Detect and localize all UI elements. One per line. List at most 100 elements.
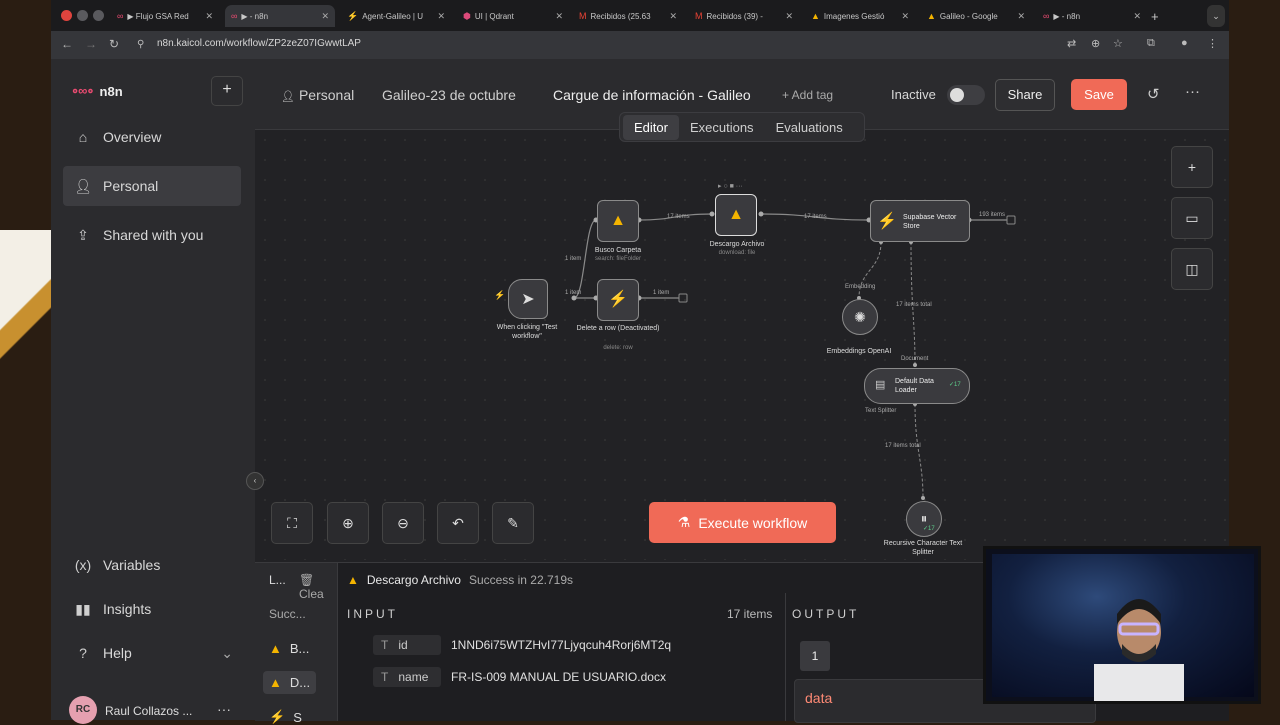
browser-tab[interactable]: ∞ ▶ Flujo GSA Red ✕ <box>111 5 219 27</box>
browser-tab[interactable]: ∞ ▶ - n8n ✕ <box>1037 5 1147 27</box>
panel-toggle-icon[interactable]: ◫ <box>1171 248 1213 290</box>
fit-view-icon[interactable]: ⛶ <box>271 502 313 544</box>
translate-icon[interactable]: ⇄ <box>1067 37 1076 50</box>
clear-button[interactable]: 🗑︎Clea <box>299 573 337 601</box>
close-tab-icon[interactable]: ✕ <box>555 11 563 22</box>
tab-executions[interactable]: Executions <box>679 115 765 140</box>
zoom-in-icon[interactable]: ⊕ <box>327 502 369 544</box>
drive-favicon-icon: ▲ <box>811 11 820 21</box>
add-node-button[interactable]: + <box>1171 146 1213 188</box>
user-menu-icon[interactable]: ··· <box>217 701 231 717</box>
reload-icon[interactable]: ↻ <box>109 37 119 51</box>
zoom-out-icon[interactable]: ⊖ <box>382 502 424 544</box>
close-tab-icon[interactable]: ✕ <box>437 11 445 22</box>
embeddings-openai-node[interactable]: ✺ <box>842 299 878 335</box>
splitter-label: Recursive Character Text Splitter <box>883 540 963 556</box>
browser-tab[interactable]: ▲ Galileo - Google ✕ <box>921 5 1031 27</box>
extensions-icon[interactable]: ⧉ <box>1147 37 1155 50</box>
save-button[interactable]: Save <box>1071 79 1127 110</box>
descargo-archivo-node[interactable]: ▲ <box>715 194 757 236</box>
close-window-dot[interactable] <box>61 10 72 21</box>
descargo-archivo-sub: download: file <box>718 250 756 256</box>
ndv-list-item[interactable]: ▲ D... <box>263 671 317 694</box>
site-info-icon[interactable]: ⚲ <box>137 39 144 50</box>
tab-search-icon[interactable]: ⌄ <box>1207 5 1225 27</box>
new-tab-icon[interactable]: + <box>1151 5 1171 27</box>
browser-tab[interactable]: ∞ ▶ - n8n ✕ <box>225 5 335 27</box>
help-icon: ? <box>79 645 87 661</box>
n8n-favicon-icon: ∞ <box>117 11 124 21</box>
share-button[interactable]: Share <box>995 79 1055 111</box>
activation-toggle[interactable] <box>947 85 985 105</box>
close-tab-icon[interactable]: ✕ <box>901 11 909 22</box>
forward-icon[interactable]: → <box>85 37 97 51</box>
breadcrumb-project[interactable]: Galileo-23 de octubre <box>382 87 516 103</box>
browser-tab[interactable]: ▲ Imagenes Gestió ✕ <box>805 5 915 27</box>
profile-icon[interactable]: ● <box>1181 37 1188 49</box>
trigger-node[interactable]: ➤ <box>508 279 548 319</box>
sidebar-item-label: Personal <box>103 178 159 194</box>
share-icon: ⇪ <box>77 226 89 243</box>
user-name[interactable]: Raul Collazos ... <box>105 704 192 718</box>
browser-tab[interactable]: ⬢ UI | Qdrant ✕ <box>457 5 569 27</box>
sidebar-item-shared[interactable]: ⇪ Shared with you <box>63 215 241 255</box>
output-data-label: data <box>805 690 833 706</box>
sidebar-item-personal[interactable]: 👤︎ Personal <box>63 166 241 206</box>
sidebar-item-label: Insights <box>103 601 152 617</box>
workflow-canvas[interactable]: ➤ ⚡ When clicking "Test workflow" ▲ Busc… <box>246 130 1229 560</box>
loader-count: ✓17 <box>949 382 961 388</box>
browser-tab[interactable]: M Recibidos (25.63 ✕ <box>573 5 683 27</box>
tab-title: Agent-Galileo | U <box>362 11 423 21</box>
ndv-list-item[interactable]: ⚡ S <box>269 709 302 725</box>
create-button[interactable]: + <box>211 76 243 106</box>
minimize-window-dot[interactable] <box>77 10 88 21</box>
busco-carpeta-node[interactable]: ▲ <box>597 200 639 242</box>
execute-workflow-button[interactable]: ⚗ Execute workflow <box>649 502 836 543</box>
close-tab-icon[interactable]: ✕ <box>205 11 213 22</box>
history-icon[interactable]: ↺ <box>1147 85 1160 103</box>
close-tab-icon[interactable]: ✕ <box>321 11 329 22</box>
url-field[interactable]: n8n.kaicol.com/workflow/ZP2zeZ07IGwwtLAP <box>157 38 361 49</box>
sidebar-item-help[interactable]: ? Help ⌄ <box>63 633 241 673</box>
variables-icon: (x) <box>74 557 92 573</box>
ndv-list-item-label: D... <box>289 675 311 690</box>
collapse-sidebar-icon[interactable]: ‹ <box>246 472 264 490</box>
back-icon[interactable]: ← <box>61 37 73 51</box>
browser-tab[interactable]: M Recibidos (39) - ✕ <box>689 5 799 27</box>
close-tab-icon[interactable]: ✕ <box>669 11 677 22</box>
chevron-down-icon: ⌄ <box>221 644 233 661</box>
more-options-icon[interactable]: ··· <box>1185 83 1200 100</box>
webcam-feed <box>992 554 1254 701</box>
close-tab-icon[interactable]: ✕ <box>785 11 793 22</box>
delete-row-node[interactable]: ⚡ <box>597 279 639 321</box>
breadcrumb-personal[interactable]: 👤︎ Personal <box>281 87 354 103</box>
tidy-up-icon[interactable]: ✎ <box>492 502 534 544</box>
workflow-name[interactable]: Cargue de información - Galileo <box>553 87 751 103</box>
zoom-icon[interactable]: ⊕ <box>1091 37 1100 50</box>
close-tab-icon[interactable]: ✕ <box>1133 11 1141 22</box>
address-bar: ← → ↻ ⚲ n8n.kaicol.com/workflow/ZP2zeZ07… <box>51 31 1229 59</box>
bookmark-star-icon[interactable]: ☆ <box>1113 37 1123 50</box>
default-data-loader-node[interactable]: ▤ Default Data Loader ✓17 <box>864 368 970 404</box>
browser-menu-icon[interactable]: ⋮ <box>1207 37 1218 50</box>
sticky-note-icon[interactable]: ▭ <box>1171 197 1213 239</box>
tab-title: Imagenes Gestió <box>823 11 885 21</box>
n8n-logo[interactable]: ∘∞∘ n8n <box>71 83 123 99</box>
supabase-vector-store-node[interactable]: ⚡ Supabase Vector Store <box>870 200 970 242</box>
browser-tab[interactable]: ⚡ Agent-Galileo | U ✕ <box>341 5 451 27</box>
sidebar-item-variables[interactable]: (x) Variables <box>63 545 241 585</box>
undo-icon[interactable]: ↶ <box>437 502 479 544</box>
tab-evaluations[interactable]: Evaluations <box>765 115 854 140</box>
google-drive-icon: ▲ <box>269 675 282 690</box>
node-toolbar-icon[interactable]: ▸ ○ ■ ··· <box>718 182 743 190</box>
gmail-favicon-icon: M <box>695 11 703 21</box>
close-tab-icon[interactable]: ✕ <box>1017 11 1025 22</box>
sidebar-item-overview[interactable]: ⌂ Overview <box>63 117 241 157</box>
sidebar-item-insights[interactable]: ▮▮ Insights <box>63 589 241 629</box>
edge-label: 17 items <box>804 214 827 220</box>
tab-editor[interactable]: Editor <box>623 114 679 140</box>
ndv-list-item[interactable]: ▲ B... <box>269 641 309 656</box>
output-page-button[interactable]: 1 <box>800 641 830 671</box>
maximize-window-dot[interactable] <box>93 10 104 21</box>
add-tag-button[interactable]: + Add tag <box>782 88 833 102</box>
